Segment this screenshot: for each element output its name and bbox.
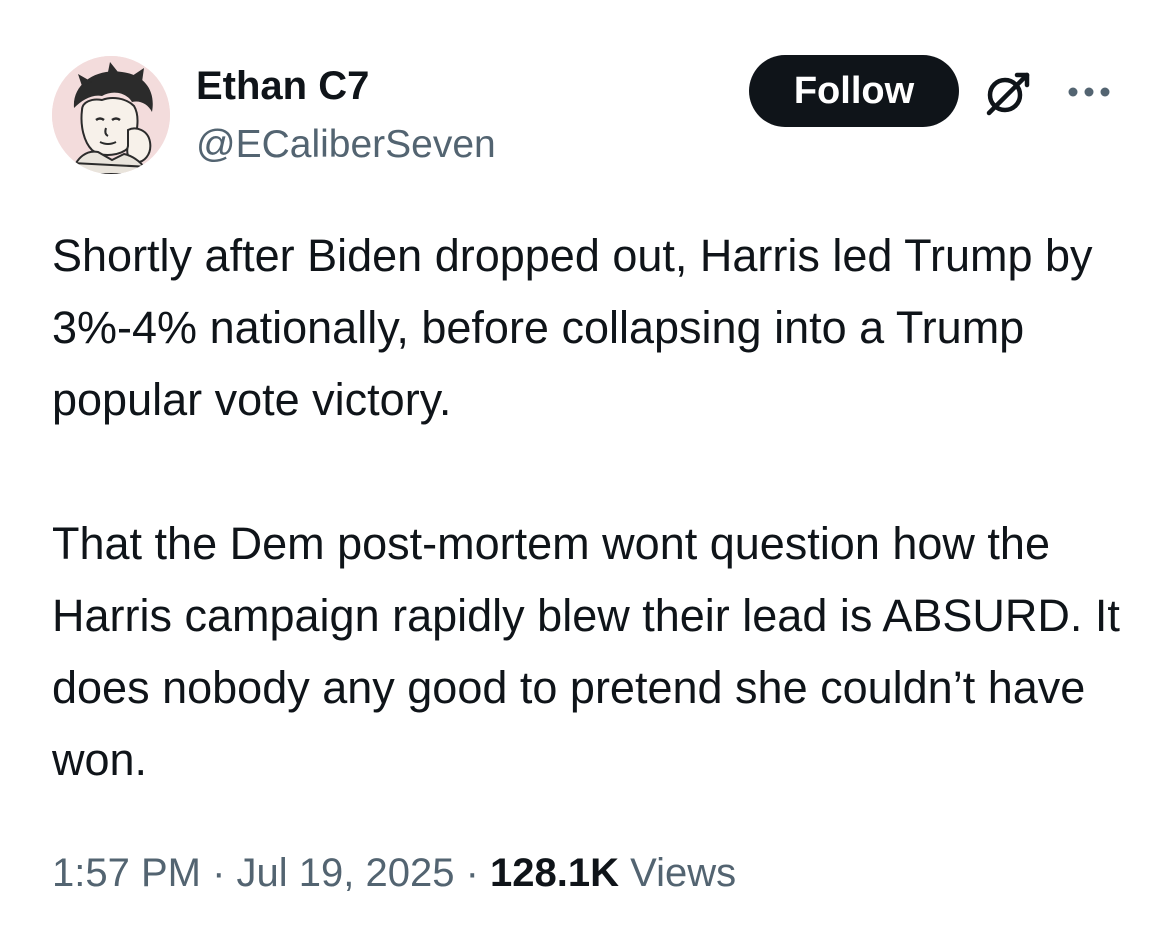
tweet-card: Ethan C7 @ECaliberSeven Follow Shortly a… [0, 0, 1170, 937]
meta-separator: · [454, 851, 491, 895]
tweet-text: Shortly after Biden dropped out, Harris … [52, 220, 1142, 796]
author-display-name[interactable]: Ethan C7 [196, 62, 369, 110]
tweet-date[interactable]: Jul 19, 2025 [237, 851, 455, 895]
author-avatar[interactable] [52, 56, 170, 174]
views-count[interactable]: 128.1K [490, 851, 619, 895]
tweet-meta: 1:57 PM · Jul 19, 2025 · 128.1K Views [52, 845, 736, 901]
cartoon-avatar-icon [52, 56, 170, 174]
follow-button[interactable]: Follow [749, 55, 959, 127]
meta-separator: · [200, 851, 237, 895]
tweet-time[interactable]: 1:57 PM [52, 851, 201, 895]
grok-icon[interactable] [981, 67, 1033, 119]
views-label: Views [619, 851, 737, 895]
tweet-paragraph: Shortly after Biden dropped out, Harris … [52, 230, 1093, 425]
more-options-icon[interactable] [1064, 80, 1114, 104]
author-handle[interactable]: @ECaliberSeven [196, 121, 496, 169]
tweet-paragraph: That the Dem post-mortem wont question h… [52, 518, 1120, 785]
